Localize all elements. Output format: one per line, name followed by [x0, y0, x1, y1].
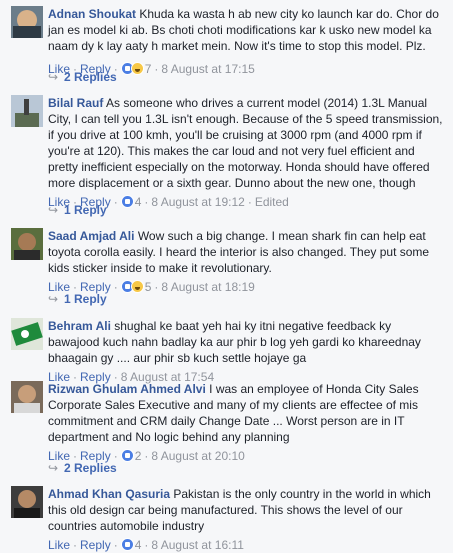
- comment-body: Ahmad Khan Qasuria Pakistan is the only …: [48, 486, 445, 553]
- reactions-count[interactable]: 4: [135, 195, 142, 209]
- haha-reaction-icon: [130, 280, 144, 293]
- comment-author[interactable]: Saad Amjad Ali: [48, 229, 134, 243]
- replies-count[interactable]: 2 Replies: [64, 461, 117, 475]
- comment-author[interactable]: Ahmad Khan Qasuria: [48, 487, 170, 501]
- like-reaction-icon: [120, 195, 134, 208]
- haha-reaction-icon: [130, 62, 144, 75]
- reactions[interactable]: [120, 195, 135, 209]
- avatar[interactable]: [11, 318, 43, 350]
- comment-body: Adnan Shoukat Khuda ka wasta h ab new ci…: [48, 6, 445, 77]
- comment-author[interactable]: Bilal Rauf: [48, 96, 103, 110]
- avatar[interactable]: [11, 228, 43, 260]
- comment-body: Behram Ali shughal ke baat yeh hai ky it…: [48, 318, 445, 385]
- view-replies-link[interactable]: ↪ 2 Replies: [48, 70, 117, 84]
- comment-author[interactable]: Adnan Shoukat: [48, 7, 136, 21]
- reactions[interactable]: [120, 449, 135, 463]
- view-replies-link[interactable]: ↪ 1 Reply: [48, 292, 107, 306]
- reactions-count[interactable]: 4: [135, 538, 142, 552]
- avatar[interactable]: [11, 486, 43, 518]
- avatar[interactable]: [11, 6, 43, 38]
- reply-arrow-icon: ↪: [48, 461, 59, 475]
- like-button[interactable]: Like: [48, 538, 70, 552]
- like-reaction-icon: [120, 449, 134, 462]
- reply-arrow-icon: ↪: [48, 203, 59, 217]
- reactions[interactable]: [120, 62, 145, 76]
- replies-count[interactable]: 1 Reply: [64, 292, 107, 306]
- timestamp[interactable]: 8 August at 20:10: [151, 449, 244, 463]
- comment-actions: Like · Reply · 4 · 8 August at 19:12 · Edited: [48, 195, 289, 209]
- view-replies-link[interactable]: ↪ 2 Replies: [48, 461, 117, 475]
- timestamp[interactable]: 8 August at 18:19: [161, 280, 254, 294]
- view-replies-link[interactable]: ↪ 1 Reply: [48, 203, 107, 217]
- edited-label[interactable]: Edited: [255, 195, 289, 209]
- comment-author[interactable]: Rizwan Ghulam Ahmed Alvi: [48, 382, 206, 396]
- comment-body: Rizwan Ghulam Ahmed Alvi I was an employ…: [48, 381, 445, 464]
- comment-author[interactable]: Behram Ali: [48, 319, 111, 333]
- avatar[interactable]: [11, 95, 43, 127]
- comment-body: Bilal Rauf As someone who drives a curre…: [48, 95, 445, 210]
- reply-arrow-icon: ↪: [48, 70, 59, 84]
- reactions[interactable]: [120, 280, 145, 294]
- reactions[interactable]: [120, 538, 135, 552]
- replies-count[interactable]: 1 Reply: [64, 203, 107, 217]
- reactions-count[interactable]: 2: [135, 449, 142, 463]
- timestamp[interactable]: 8 August at 17:15: [161, 62, 254, 76]
- replies-count[interactable]: 2 Replies: [64, 70, 117, 84]
- avatar[interactable]: [11, 381, 43, 413]
- comment-text: As someone who drives a current model (2…: [48, 96, 443, 190]
- timestamp[interactable]: 8 August at 19:12: [151, 195, 244, 209]
- timestamp[interactable]: 8 August at 16:11: [151, 538, 244, 552]
- reply-arrow-icon: ↪: [48, 292, 59, 306]
- comment-actions: Like · Reply · 5 · 8 August at 18:19: [48, 280, 255, 294]
- reactions-count[interactable]: 5: [145, 280, 152, 294]
- comment-body: Saad Amjad Ali Wow such a big change. I …: [48, 228, 445, 295]
- reply-button[interactable]: Reply: [80, 538, 111, 552]
- comment-actions: Like · Reply · 4 · 8 August at 16:11: [48, 538, 244, 552]
- reactions-count[interactable]: 7: [145, 62, 152, 76]
